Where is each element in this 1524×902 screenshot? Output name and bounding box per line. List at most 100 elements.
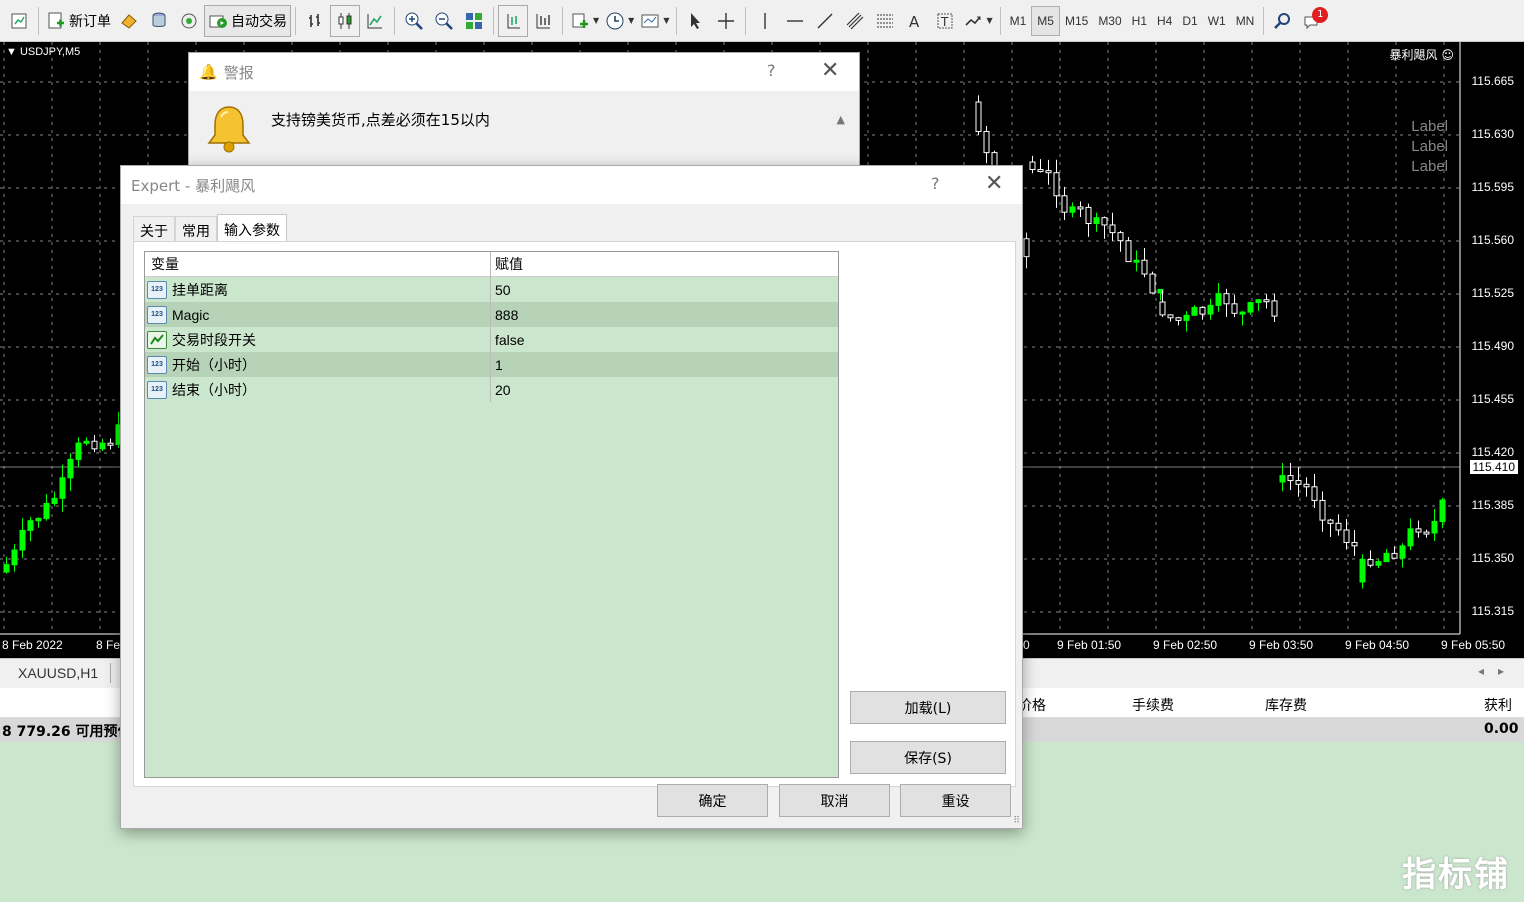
tab-common[interactable]: 常用	[175, 216, 217, 242]
timeframe-m15[interactable]: M15	[1060, 6, 1093, 36]
param-value[interactable]: 1	[491, 357, 838, 373]
zoom-in-button[interactable]	[399, 5, 429, 37]
trendline-button[interactable]	[810, 5, 840, 37]
crosshair-icon	[718, 12, 735, 29]
channel-button[interactable]	[840, 5, 870, 37]
save-button[interactable]: 保存(S)	[850, 741, 1006, 774]
tab-scroll-arrows[interactable]: ◂▸	[1478, 664, 1518, 678]
timeframe-m1[interactable]: M1	[1005, 6, 1032, 36]
line-chart-button[interactable]	[360, 5, 390, 37]
param-row[interactable]: 123 挂单距离 50	[145, 277, 838, 302]
candle-body	[1167, 314, 1174, 319]
param-row[interactable]: 123 Magic 888	[145, 302, 838, 327]
param-row[interactable]: 123 开始（小时） 1	[145, 352, 838, 377]
dropdown-arrow-icon: ▼	[628, 16, 635, 25]
database-icon	[152, 12, 166, 27]
tab-inputs[interactable]: 输入参数	[217, 214, 287, 242]
timeframe-mn[interactable]: MN	[1231, 6, 1260, 36]
timeframe-d1[interactable]: D1	[1177, 6, 1202, 36]
params-grid: 变量 赋值 123 挂单距离 50 123 Magic 888 交易时段开关 fal…	[144, 251, 839, 778]
column-profit[interactable]: 获利	[1484, 695, 1512, 715]
candle-body	[1255, 299, 1262, 304]
candle-body	[59, 477, 66, 499]
param-value[interactable]: 888	[491, 307, 838, 323]
time-tick: 9 Feb 04:50	[1345, 638, 1410, 652]
column-value[interactable]: 赋值	[491, 254, 838, 274]
integer-icon: 123	[147, 380, 167, 399]
templates-button[interactable]: ▼	[637, 5, 672, 37]
param-row[interactable]: 123 结束（小时） 20	[145, 377, 838, 402]
timeframe-m30[interactable]: M30	[1093, 6, 1126, 36]
text-label-button[interactable]: T	[930, 5, 960, 37]
fibonacci-button[interactable]	[870, 5, 900, 37]
metaeditor-button[interactable]	[114, 5, 144, 37]
candlestick-button[interactable]	[330, 4, 360, 37]
column-swap[interactable]: 库存费	[1265, 695, 1307, 715]
bar-chart-button[interactable]	[300, 5, 330, 37]
candle-body	[1439, 499, 1446, 522]
auto-trading-button[interactable]: 自动交易	[204, 4, 291, 37]
tile-windows-button[interactable]	[459, 5, 489, 37]
zoom-out-button[interactable]	[429, 5, 459, 37]
svg-text:T: T	[940, 15, 949, 29]
timeframe-w1[interactable]: W1	[1203, 6, 1231, 36]
arrows-button[interactable]: ▼	[960, 5, 995, 37]
close-button[interactable]: ✕	[985, 171, 1003, 196]
load-button[interactable]: 加载(L)	[850, 691, 1006, 724]
vertical-line-button[interactable]	[750, 5, 780, 37]
candle-body	[1029, 161, 1036, 171]
resize-grip-icon[interactable]: ⠿	[1013, 816, 1020, 826]
timeframe-h4[interactable]: H4	[1152, 6, 1177, 36]
candle-body	[1295, 480, 1302, 485]
tab-about[interactable]: 关于	[133, 216, 175, 242]
mql5-community-button[interactable]	[144, 5, 174, 37]
toolbar-separator	[676, 6, 678, 35]
timeframe-m5[interactable]: M5	[1031, 5, 1060, 36]
new-chart-button[interactable]	[4, 5, 34, 37]
param-value[interactable]: 50	[491, 282, 838, 298]
autoscroll-icon	[536, 13, 550, 28]
candle-body	[1191, 306, 1198, 316]
autoscroll-button[interactable]	[528, 5, 558, 37]
column-variable[interactable]: 变量	[145, 252, 491, 277]
timeframe-h1[interactable]: H1	[1127, 6, 1152, 36]
search-button[interactable]	[1268, 5, 1298, 37]
candle-body	[1093, 217, 1100, 225]
reset-button[interactable]: 重设	[900, 784, 1011, 817]
help-button[interactable]: ?	[767, 61, 776, 80]
price-tick: 115.665	[1471, 74, 1515, 88]
notifications-button[interactable]: 1	[1298, 5, 1329, 37]
expert-advisor-indicator[interactable]: 暴利飓风 ☺	[1389, 46, 1454, 63]
param-row[interactable]: 交易时段开关 false	[145, 327, 838, 352]
ok-button[interactable]: 确定	[657, 784, 768, 817]
expert-dialog: Expert - 暴利飓风 ? ✕ 关于 常用 输入参数 变量 赋值 123 挂单…	[120, 165, 1023, 829]
chart-tab-xauusd[interactable]: XAUUSD,H1	[6, 663, 112, 683]
candle-body	[1141, 259, 1148, 275]
indicators-button[interactable]: ▼	[567, 5, 602, 37]
crosshair-tool-button[interactable]	[711, 5, 741, 37]
param-value[interactable]: false	[491, 332, 838, 348]
param-value[interactable]: 20	[491, 382, 838, 398]
toolbar-separator	[745, 6, 747, 35]
price-tick: 115.420	[1471, 445, 1515, 459]
cancel-button[interactable]: 取消	[779, 784, 890, 817]
candle-body	[1159, 301, 1166, 316]
cursor-tool-button[interactable]	[681, 5, 711, 37]
candle-body	[1327, 519, 1334, 524]
param-name: 挂单距离	[172, 281, 228, 298]
line-chart-icon	[367, 13, 382, 28]
column-commission[interactable]: 手续费	[1132, 695, 1174, 715]
periods-button[interactable]: ▼	[602, 5, 637, 37]
candle-body	[1077, 206, 1084, 210]
chart-shift-button[interactable]	[498, 4, 528, 37]
signals-button[interactable]	[174, 5, 204, 37]
help-button[interactable]: ?	[931, 174, 940, 193]
close-button[interactable]: ✕	[821, 58, 839, 83]
new-order-button[interactable]: 新订单	[43, 5, 114, 37]
candle-body	[35, 517, 42, 522]
candle-body	[1343, 529, 1350, 543]
text-tool-button[interactable]: A	[900, 5, 930, 37]
horizontal-line-button[interactable]	[780, 5, 810, 37]
candle-body	[1375, 561, 1382, 566]
scroll-up-icon[interactable]: ▲	[837, 113, 845, 126]
